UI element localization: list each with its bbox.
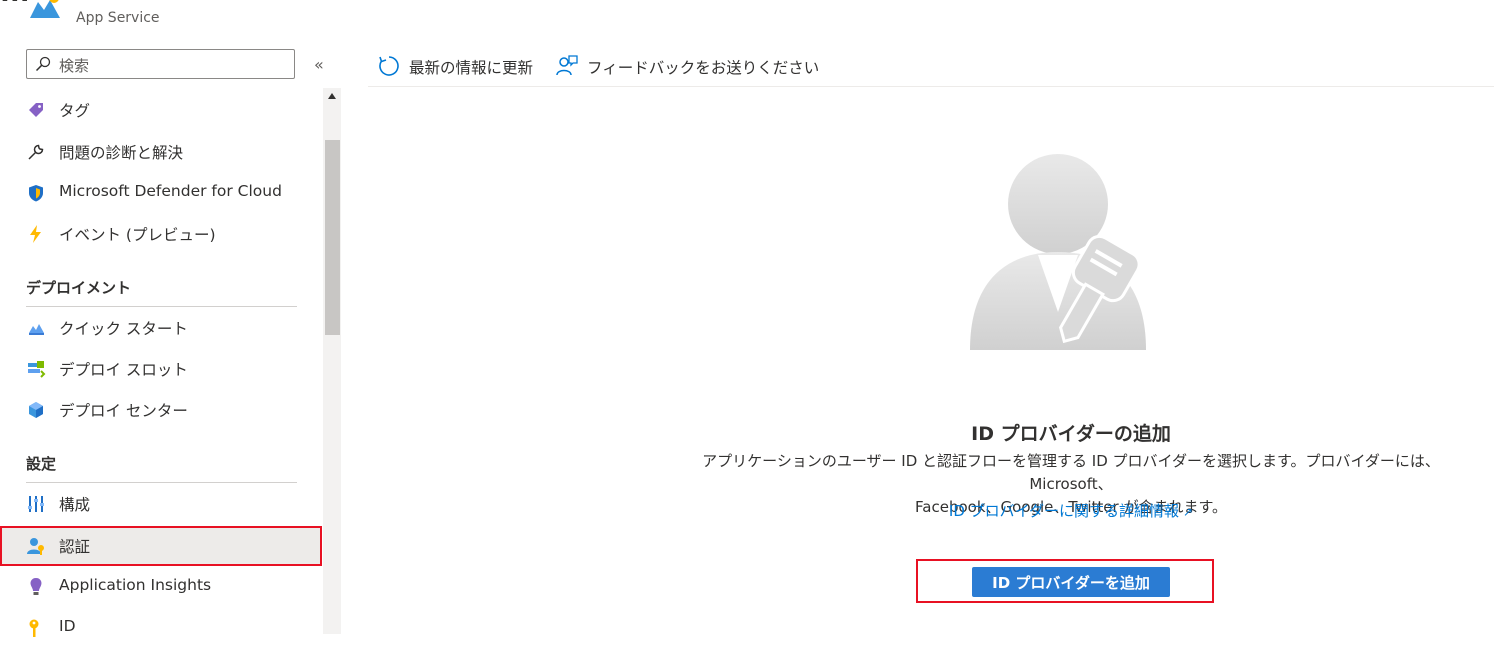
sidebar-item-label: 問題の診断と解決 <box>59 144 184 162</box>
identity-key-icon <box>29 619 39 637</box>
sidebar-search-input[interactable]: 検索 <box>26 49 295 79</box>
sidebar-item-quickstart[interactable]: クイック スタート <box>0 308 322 348</box>
wrench-icon <box>28 144 44 160</box>
lightning-icon <box>30 225 41 243</box>
refresh-label: 最新の情報に更新 <box>409 59 534 77</box>
app-service-logo-icon <box>30 0 60 18</box>
sidebar-item-label: デプロイ センター <box>59 402 188 420</box>
command-bar: 最新の情報に更新 フィードバックをお送りください <box>368 48 1494 87</box>
refresh-icon <box>379 56 399 76</box>
section-heading-deployment: デプロイメント <box>26 277 297 307</box>
search-placeholder: 検索 <box>59 57 90 75</box>
scroll-up-arrow-icon[interactable] <box>328 93 336 99</box>
sidebar-item-identity[interactable]: ID <box>0 608 322 648</box>
external-link-icon: ↗ <box>1183 505 1194 519</box>
authentication-user-icon <box>27 538 44 555</box>
sidebar-item-label: 認証 <box>59 538 91 556</box>
deployment-center-cube-icon <box>29 402 43 418</box>
sidebar-item-application-insights[interactable]: Application Insights <box>0 567 322 607</box>
add-identity-provider-title: ID プロバイダーの追加 <box>971 423 1171 445</box>
sidebar-item-deployment-slots[interactable]: デプロイ スロット <box>0 349 322 389</box>
sidebar-item-label: デプロイ スロット <box>59 361 188 379</box>
sidebar-item-diagnose[interactable]: 問題の診断と解決 <box>0 132 322 172</box>
sidebar-item-label: イベント (プレビュー) <box>59 226 216 244</box>
sidebar-item-tags[interactable]: タグ <box>0 90 322 130</box>
section-heading-settings: 設定 <box>26 453 297 483</box>
feedback-label: フィードバックをお送りください <box>587 59 820 77</box>
resource-title: ... <box>0 0 420 18</box>
add-identity-provider-button[interactable]: ID プロバイダーを追加 <box>972 567 1170 597</box>
sidebar-item-deployment-center[interactable]: デプロイ センター <box>0 390 322 430</box>
tag-icon <box>29 103 43 117</box>
sidebar-item-configuration[interactable]: 構成 <box>0 484 322 524</box>
sidebar-item-authentication[interactable]: 認証 <box>0 526 322 566</box>
resource-type: App Service <box>76 10 160 26</box>
lightbulb-icon <box>30 578 42 595</box>
sidebar-item-label: ID <box>59 617 76 635</box>
sidebar-item-label: 構成 <box>59 496 91 514</box>
sidebar-scrollbar[interactable] <box>323 88 341 634</box>
description-line-1: アプリケーションのユーザー ID と認証フローを管理する ID プロバイダーを選… <box>702 452 1440 493</box>
deployment-slots-icon <box>28 361 46 378</box>
configuration-bars-icon <box>28 496 44 512</box>
feedback-icon <box>556 55 578 76</box>
defender-shield-icon <box>29 185 43 202</box>
sidebar-item-label: タグ <box>59 102 91 120</box>
learn-more-label: ID プロバイダーに関する詳細情報 <box>948 502 1180 520</box>
learn-more-link[interactable]: ID プロバイダーに関する詳細情報 ↗ <box>700 500 1442 521</box>
sidebar-item-label: Microsoft Defender for Cloud <box>59 182 282 200</box>
sidebar-item-events[interactable]: イベント (プレビュー) <box>0 214 322 254</box>
collapse-sidebar-button[interactable]: « <box>314 55 324 74</box>
sidebar-item-defender[interactable]: Microsoft Defender for Cloud <box>0 173 322 213</box>
identity-provider-illustration-icon <box>970 154 1146 350</box>
scrollbar-thumb[interactable] <box>325 140 340 335</box>
sidebar-item-label: クイック スタート <box>59 320 188 338</box>
search-icon <box>35 56 51 72</box>
sidebar-item-label: Application Insights <box>59 576 212 594</box>
cloud-quickstart-icon <box>29 324 44 335</box>
